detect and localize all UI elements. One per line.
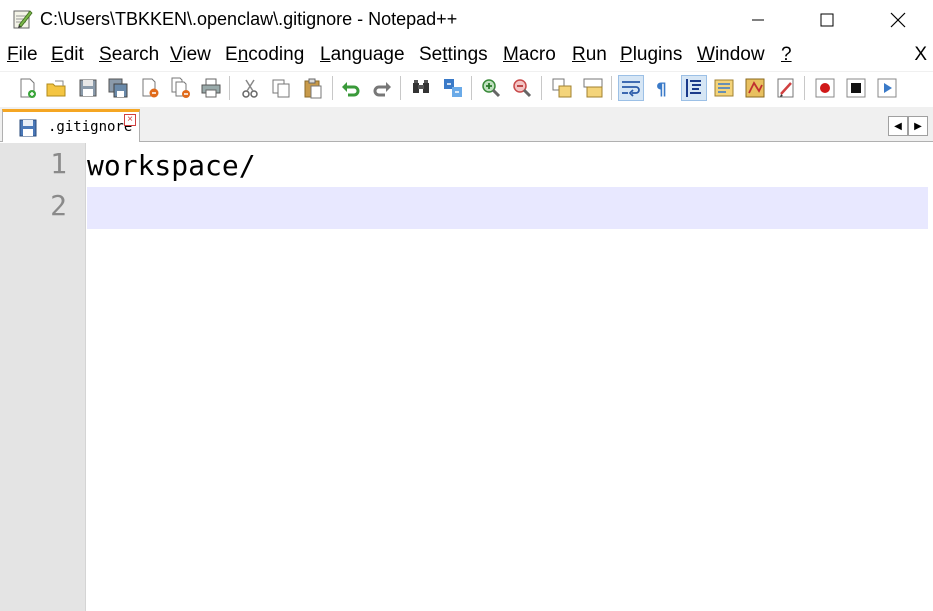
tab-scroll-right-button[interactable]: ▶ (908, 116, 928, 136)
toolbar-separator (471, 76, 472, 100)
maximize-button[interactable] (804, 0, 850, 40)
minimize-icon (752, 19, 764, 21)
redo-icon (373, 82, 391, 97)
close-icon (142, 78, 159, 98)
word-wrap-icon (622, 81, 640, 97)
new-file-icon (20, 78, 36, 98)
save-all-button[interactable] (105, 75, 131, 101)
redo-button[interactable] (369, 75, 395, 101)
play-macro-button[interactable] (874, 75, 900, 101)
stop-recording-icon (846, 78, 866, 98)
title-bar: C:\Users\TBKKEN\.openclaw\.gitignore - N… (0, 0, 933, 40)
paste-button[interactable] (300, 75, 326, 101)
menu-edit[interactable]: Edit (51, 44, 84, 66)
folder-as-workspace-button[interactable] (773, 75, 799, 101)
copy-icon (272, 79, 290, 98)
toolbar-separator (611, 76, 612, 100)
function-list-button[interactable] (742, 75, 768, 101)
editor-area[interactable]: 1 2 workspace/ (0, 143, 933, 611)
menu-bar: File Edit Search View Encoding Language … (0, 42, 933, 70)
saved-file-icon (18, 118, 38, 138)
line-number-gutter: 1 2 (0, 143, 86, 611)
toolbar-separator (229, 76, 230, 100)
sync-horizontal-button[interactable] (580, 75, 606, 101)
close-window-icon (890, 12, 906, 28)
record-macro-icon (815, 78, 835, 98)
sync-vertical-icon (552, 78, 572, 98)
zoom-in-button[interactable] (478, 75, 504, 101)
stop-recording-button[interactable] (843, 75, 869, 101)
menu-run[interactable]: Run (572, 44, 607, 66)
find-button[interactable] (408, 75, 434, 101)
print-button[interactable] (198, 75, 224, 101)
play-macro-icon (877, 78, 897, 98)
menu-plugins[interactable]: Plugins (620, 44, 682, 66)
undo-icon (342, 82, 360, 97)
toolbar-separator (332, 76, 333, 100)
window-title: C:\Users\TBKKEN\.openclaw\.gitignore - N… (40, 9, 458, 29)
code-line[interactable]: workspace/ (87, 145, 928, 187)
notepad-plus-plus-icon (11, 8, 33, 30)
copy-button[interactable] (268, 75, 294, 101)
zoom-out-icon (513, 79, 532, 98)
cut-icon (242, 79, 258, 98)
save-icon (79, 79, 97, 97)
replace-button[interactable] (440, 75, 466, 101)
indent-guide-icon (686, 79, 701, 97)
save-all-icon (108, 78, 128, 98)
toolbar-separator (400, 76, 401, 100)
menu-help[interactable]: ? (781, 44, 792, 66)
close-all-button[interactable] (168, 75, 194, 101)
print-icon (201, 78, 221, 98)
menu-view[interactable]: View (170, 44, 211, 66)
tab-label: .gitignore (48, 119, 133, 135)
indent-guide-button[interactable] (681, 75, 707, 101)
undo-button[interactable] (338, 75, 364, 101)
zoom-in-icon (482, 79, 501, 98)
open-file-button[interactable] (43, 75, 69, 101)
maximize-icon (820, 13, 834, 27)
record-macro-button[interactable] (812, 75, 838, 101)
menu-search[interactable]: Search (99, 44, 159, 66)
toolbar-separator (804, 76, 805, 100)
word-wrap-button[interactable] (618, 75, 644, 101)
folder-as-workspace-icon (777, 78, 794, 98)
line-number: 2 (50, 189, 67, 222)
paste-icon (304, 78, 322, 99)
sync-vertical-button[interactable] (549, 75, 575, 101)
tab-gitignore[interactable]: .gitignore × (2, 109, 140, 142)
tab-bar: .gitignore × ◀ ▶ (0, 107, 933, 142)
close-all-icon (171, 77, 190, 98)
svg-text:¶: ¶ (656, 80, 667, 99)
menu-window[interactable]: Window (697, 44, 765, 66)
toolbar-separator (541, 76, 542, 100)
document-map-button[interactable] (711, 75, 737, 101)
function-list-icon (745, 78, 765, 98)
close-file-button[interactable] (137, 75, 163, 101)
menu-encoding[interactable]: Encoding (225, 44, 304, 66)
find-icon (413, 80, 429, 93)
replace-icon (444, 79, 462, 97)
tab-scroll-left-button[interactable]: ◀ (888, 116, 908, 136)
document-map-icon (714, 79, 734, 97)
window-close-button[interactable] (875, 0, 921, 40)
new-file-button[interactable] (14, 75, 40, 101)
show-all-characters-icon: ¶ (656, 80, 667, 99)
tab-close-icon[interactable]: × (124, 114, 136, 126)
menu-language[interactable]: Language (320, 44, 405, 66)
cut-button[interactable] (237, 75, 263, 101)
line-number: 1 (50, 147, 67, 180)
menu-settings[interactable]: Settings (419, 44, 488, 66)
code-line-current[interactable] (87, 187, 928, 229)
sync-horizontal-icon (583, 78, 603, 98)
show-all-characters-button[interactable]: ¶ (649, 75, 675, 101)
zoom-out-button[interactable] (509, 75, 535, 101)
toolbar: ¶ (0, 71, 933, 104)
save-button[interactable] (75, 75, 101, 101)
open-file-icon (46, 80, 66, 97)
minimize-button[interactable] (735, 0, 781, 40)
close-document-button[interactable]: X (914, 44, 927, 66)
menu-file[interactable]: File (7, 44, 38, 66)
menu-macro[interactable]: Macro (503, 44, 556, 66)
